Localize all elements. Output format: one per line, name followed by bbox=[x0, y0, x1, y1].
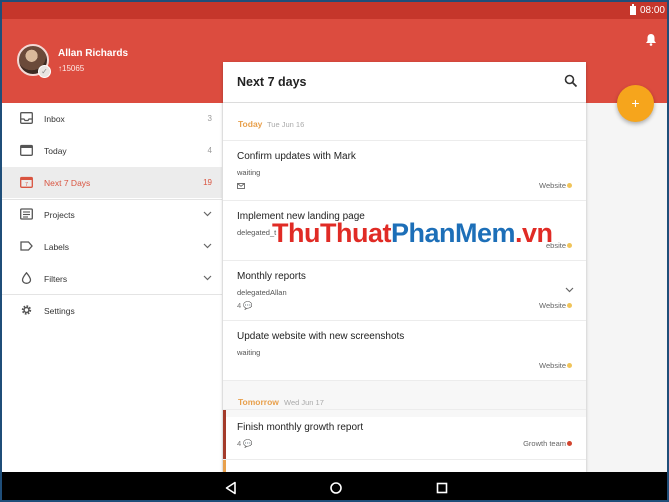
project-color-dot bbox=[567, 441, 572, 446]
project-color-dot bbox=[567, 303, 572, 308]
task-label: waiting bbox=[237, 168, 261, 177]
sidebar-item-labels[interactable]: Labels bbox=[2, 231, 222, 262]
section-header-today: Today Tue Jun 16 bbox=[223, 103, 586, 140]
task-panel: Next 7 days Today Tue Jun 16 Confirm upd… bbox=[223, 62, 586, 472]
section-date: Wed Jun 17 bbox=[284, 398, 324, 407]
task-title: Finish monthly growth report bbox=[237, 422, 364, 433]
task-item[interactable]: Update website with new screenshots wait… bbox=[223, 320, 586, 380]
task-title: Confirm updates with Mark bbox=[237, 151, 356, 162]
sidebar-item-label: Today bbox=[44, 146, 67, 156]
battery-icon bbox=[630, 4, 636, 15]
android-nav-bar bbox=[2, 472, 667, 500]
search-icon[interactable] bbox=[564, 74, 578, 88]
sidebar-item-label: Filters bbox=[44, 274, 68, 284]
section-label: Tomorrow bbox=[238, 397, 279, 407]
sidebar-item-next-7-days[interactable]: 7 Next 7 Days 19 bbox=[2, 167, 222, 198]
sidebar-item-count: 19 bbox=[203, 178, 212, 187]
app-frame: 08:00 ✓ Allan Richards ↑15065 Inbox 3 To… bbox=[0, 0, 669, 502]
priority-bar bbox=[223, 460, 226, 472]
sidebar-item-settings[interactable]: Settings bbox=[2, 295, 222, 326]
sidebar-item-projects[interactable]: Projects bbox=[2, 199, 222, 230]
gear-icon bbox=[21, 305, 32, 315]
mail-icon bbox=[237, 183, 245, 189]
comment-icon: 💬 bbox=[243, 301, 253, 310]
task-title: Update website with new screenshots bbox=[237, 331, 405, 342]
inbox-icon bbox=[20, 112, 33, 124]
watermark: ThuThuatPhanMem.vn bbox=[272, 218, 553, 249]
sidebar-item-inbox[interactable]: Inbox 3 bbox=[2, 103, 222, 134]
sidebar-item-label: Projects bbox=[44, 210, 75, 220]
sidebar-item-filters[interactable]: Filters bbox=[2, 263, 222, 294]
user-karma: ↑15065 bbox=[58, 64, 85, 73]
back-icon[interactable] bbox=[224, 481, 238, 495]
task-item[interactable]: Confirm updates with Mark waiting Websit… bbox=[223, 140, 586, 200]
karma-badge-icon: ✓ bbox=[38, 65, 51, 78]
task-label: delegatedAllan bbox=[237, 288, 287, 297]
task-label: waiting bbox=[237, 348, 261, 357]
comment-count: 4 💬 bbox=[237, 301, 253, 310]
chevron-down-icon[interactable] bbox=[203, 210, 212, 218]
project-color-dot bbox=[567, 243, 572, 248]
add-task-button[interactable]: + bbox=[617, 85, 654, 122]
status-bar: 08:00 bbox=[2, 2, 667, 19]
task-project: Website bbox=[539, 181, 566, 190]
bell-icon[interactable] bbox=[645, 33, 657, 46]
svg-text:7: 7 bbox=[25, 182, 28, 188]
watermark-part: PhanMem bbox=[390, 218, 516, 248]
sidebar-item-label: Inbox bbox=[44, 114, 65, 124]
task-project: Website bbox=[539, 361, 566, 370]
comment-count-value: 4 bbox=[237, 439, 242, 448]
task-item[interactable] bbox=[223, 459, 586, 472]
section-label: Today bbox=[238, 119, 263, 129]
sidebar-item-count: 4 bbox=[207, 146, 212, 155]
chevron-down-icon[interactable] bbox=[203, 242, 212, 250]
project-color-dot bbox=[567, 363, 572, 368]
page-title: Next 7 days bbox=[237, 75, 307, 89]
comment-icon: 💬 bbox=[243, 439, 253, 448]
chevron-down-icon[interactable] bbox=[565, 286, 574, 294]
filter-drop-icon bbox=[21, 272, 32, 284]
recents-icon[interactable] bbox=[435, 481, 449, 495]
calendar-icon bbox=[20, 144, 33, 156]
home-icon[interactable] bbox=[329, 481, 343, 495]
sidebar-item-label: Labels bbox=[44, 242, 70, 252]
sidebar-item-label: Settings bbox=[44, 306, 75, 316]
task-project: Growth team bbox=[523, 439, 566, 448]
sidebar-item-label: Next 7 Days bbox=[44, 178, 91, 188]
comment-count: 4 💬 bbox=[237, 439, 253, 448]
watermark-part: .vn bbox=[515, 218, 553, 248]
task-title: Monthly reports bbox=[237, 271, 306, 282]
chevron-down-icon[interactable] bbox=[203, 274, 212, 282]
status-time: 08:00 bbox=[639, 5, 665, 16]
label-icon bbox=[20, 241, 33, 251]
user-name: Allan Richards bbox=[58, 48, 129, 59]
section-date: Tue Jun 16 bbox=[267, 120, 305, 129]
task-project: Website bbox=[539, 301, 566, 310]
sidebar: Inbox 3 Today 4 7 Next 7 Days 19 Project… bbox=[2, 103, 222, 472]
project-color-dot bbox=[567, 183, 572, 188]
projects-icon bbox=[20, 208, 33, 220]
watermark-part: ThuThuat bbox=[272, 218, 391, 248]
sidebar-item-count: 3 bbox=[207, 114, 212, 123]
task-label: delegated_t bbox=[237, 228, 277, 237]
task-item[interactable]: Monthly reports delegatedAllan 4 💬 Websi… bbox=[223, 260, 586, 320]
calendar-week-icon: 7 bbox=[20, 176, 33, 188]
comment-count-value: 4 bbox=[237, 301, 242, 310]
sidebar-item-today[interactable]: Today 4 bbox=[2, 135, 222, 166]
